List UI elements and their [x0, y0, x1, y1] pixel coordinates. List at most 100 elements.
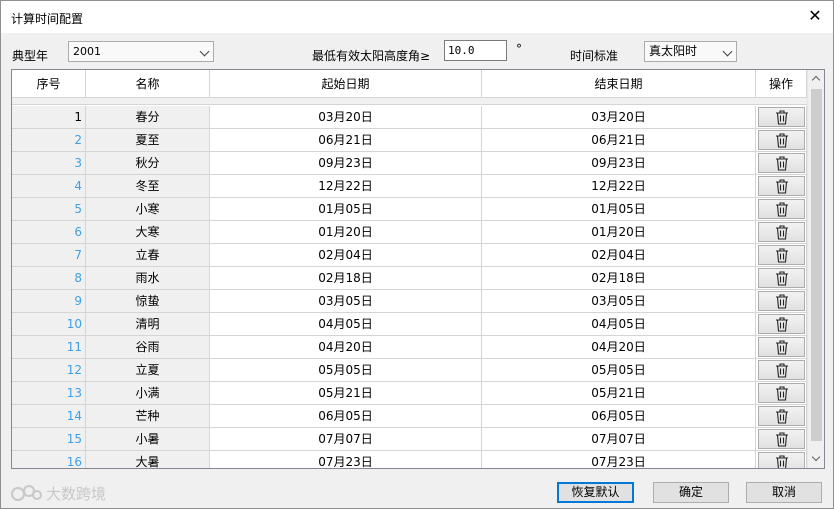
header-name[interactable]: 名称 [86, 70, 210, 98]
delete-row-button[interactable] [758, 107, 805, 127]
row-name[interactable]: 芒种 [86, 405, 210, 427]
header-start-date[interactable]: 起始日期 [210, 70, 482, 98]
table-row[interactable]: 13 小满 05月21日 05月21日 [12, 382, 807, 405]
row-start-date[interactable]: 04月05日 [210, 313, 482, 335]
vertical-scrollbar[interactable] [807, 70, 824, 468]
min-altitude-input[interactable]: 10.0 [444, 40, 507, 61]
table-row[interactable]: 15 小暑 07月07日 07月07日 [12, 428, 807, 451]
delete-row-button[interactable] [758, 153, 805, 173]
row-name[interactable]: 春分 [86, 106, 210, 128]
delete-row-button[interactable] [758, 383, 805, 403]
row-name[interactable]: 小满 [86, 382, 210, 404]
scroll-down-icon[interactable] [808, 451, 824, 468]
row-start-date[interactable]: 02月04日 [210, 244, 482, 266]
delete-row-button[interactable] [758, 406, 805, 426]
table-row[interactable]: 5 小寒 01月05日 01月05日 [12, 198, 807, 221]
row-action-cell [756, 382, 807, 404]
row-name[interactable]: 大寒 [86, 221, 210, 243]
table-row[interactable]: 7 立春 02月04日 02月04日 [12, 244, 807, 267]
row-index: 3 [12, 152, 86, 174]
table-row[interactable]: 6 大寒 01月20日 01月20日 [12, 221, 807, 244]
row-start-date[interactable]: 03月20日 [210, 106, 482, 128]
time-standard-select[interactable]: 真太阳时 [644, 41, 737, 62]
row-name[interactable]: 立春 [86, 244, 210, 266]
row-name[interactable]: 立夏 [86, 359, 210, 381]
table-row[interactable]: 4 冬至 12月22日 12月22日 [12, 175, 807, 198]
restore-defaults-button[interactable]: 恢复默认 [557, 482, 634, 503]
row-name[interactable]: 小寒 [86, 198, 210, 220]
row-end-date[interactable]: 03月05日 [482, 290, 756, 312]
row-end-date[interactable]: 01月20日 [482, 221, 756, 243]
row-end-date[interactable]: 04月05日 [482, 313, 756, 335]
delete-row-button[interactable] [758, 222, 805, 242]
header-action[interactable]: 操作 [756, 70, 807, 98]
row-end-date[interactable]: 06月05日 [482, 405, 756, 427]
row-end-date[interactable]: 02月04日 [482, 244, 756, 266]
row-start-date[interactable]: 03月05日 [210, 290, 482, 312]
row-end-date[interactable]: 09月23日 [482, 152, 756, 174]
delete-row-button[interactable] [758, 130, 805, 150]
row-name[interactable]: 夏至 [86, 129, 210, 151]
year-select[interactable]: 2001 [68, 41, 214, 62]
row-start-date[interactable]: 06月05日 [210, 405, 482, 427]
row-end-date[interactable]: 12月22日 [482, 175, 756, 197]
row-end-date[interactable]: 06月21日 [482, 129, 756, 151]
row-end-date[interactable]: 05月05日 [482, 359, 756, 381]
table-row[interactable]: 3 秋分 09月23日 09月23日 [12, 152, 807, 175]
row-action-cell [756, 451, 807, 468]
row-end-date[interactable]: 05月21日 [482, 382, 756, 404]
table-row[interactable]: 11 谷雨 04月20日 04月20日 [12, 336, 807, 359]
row-name[interactable]: 秋分 [86, 152, 210, 174]
delete-row-button[interactable] [758, 291, 805, 311]
row-end-date[interactable]: 07月23日 [482, 451, 756, 468]
table-row[interactable]: 2 夏至 06月21日 06月21日 [12, 129, 807, 152]
ok-button[interactable]: 确定 [653, 482, 729, 503]
row-start-date[interactable]: 01月20日 [210, 221, 482, 243]
delete-row-button[interactable] [758, 314, 805, 334]
cancel-button[interactable]: 取消 [746, 482, 822, 503]
row-index: 9 [12, 290, 86, 312]
row-name[interactable]: 冬至 [86, 175, 210, 197]
row-name[interactable]: 清明 [86, 313, 210, 335]
row-end-date[interactable]: 04月20日 [482, 336, 756, 358]
row-start-date[interactable]: 12月22日 [210, 175, 482, 197]
header-index[interactable]: 序号 [12, 70, 86, 98]
delete-row-button[interactable] [758, 452, 805, 468]
row-start-date[interactable]: 02月18日 [210, 267, 482, 289]
table-row[interactable]: 1 春分 03月20日 03月20日 [12, 106, 807, 129]
delete-row-button[interactable] [758, 176, 805, 196]
table-row[interactable]: 14 芒种 06月05日 06月05日 [12, 405, 807, 428]
delete-row-button[interactable] [758, 337, 805, 357]
row-start-date[interactable]: 05月21日 [210, 382, 482, 404]
table-row[interactable]: 16 大暑 07月23日 07月23日 [12, 451, 807, 468]
row-end-date[interactable]: 03月20日 [482, 106, 756, 128]
scroll-up-icon[interactable] [808, 70, 824, 87]
row-name[interactable]: 小暑 [86, 428, 210, 450]
row-start-date[interactable]: 09月23日 [210, 152, 482, 174]
row-start-date[interactable]: 04月20日 [210, 336, 482, 358]
row-start-date[interactable]: 06月21日 [210, 129, 482, 151]
table-row[interactable]: 8 雨水 02月18日 02月18日 [12, 267, 807, 290]
delete-row-button[interactable] [758, 429, 805, 449]
delete-row-button[interactable] [758, 245, 805, 265]
row-name[interactable]: 谷雨 [86, 336, 210, 358]
table-row[interactable]: 9 惊蛰 03月05日 03月05日 [12, 290, 807, 313]
row-start-date[interactable]: 07月23日 [210, 451, 482, 468]
header-end-date[interactable]: 结束日期 [482, 70, 756, 98]
row-end-date[interactable]: 02月18日 [482, 267, 756, 289]
row-name[interactable]: 雨水 [86, 267, 210, 289]
row-end-date[interactable]: 07月07日 [482, 428, 756, 450]
delete-row-button[interactable] [758, 360, 805, 380]
scroll-thumb[interactable] [811, 89, 822, 441]
delete-row-button[interactable] [758, 268, 805, 288]
row-end-date[interactable]: 01月05日 [482, 198, 756, 220]
delete-row-button[interactable] [758, 199, 805, 219]
row-name[interactable]: 惊蛰 [86, 290, 210, 312]
row-start-date[interactable]: 07月07日 [210, 428, 482, 450]
table-row[interactable]: 10 清明 04月05日 04月05日 [12, 313, 807, 336]
row-name[interactable]: 大暑 [86, 451, 210, 468]
close-icon[interactable]: ✕ [807, 7, 823, 25]
table-row[interactable]: 12 立夏 05月05日 05月05日 [12, 359, 807, 382]
row-start-date[interactable]: 05月05日 [210, 359, 482, 381]
row-start-date[interactable]: 01月05日 [210, 198, 482, 220]
